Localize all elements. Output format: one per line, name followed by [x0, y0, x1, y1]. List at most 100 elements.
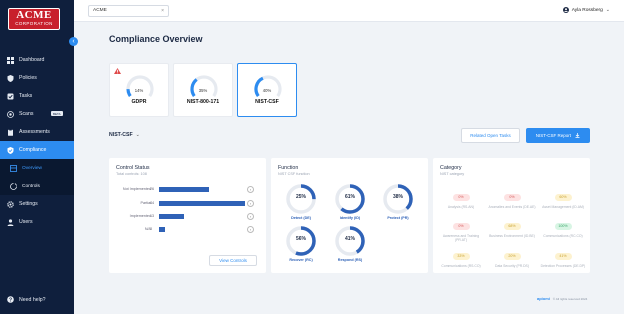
- page-title: Compliance Overview: [109, 34, 203, 44]
- status-count: 3: [150, 227, 153, 231]
- function-respond[interactable]: 41% Respond (RS): [330, 225, 370, 262]
- sidebar-item-scans[interactable]: Scans BETA: [0, 105, 74, 123]
- view-controls-button[interactable]: View Controls: [209, 255, 257, 266]
- framework-select[interactable]: NIST-CSF ⌄: [109, 132, 140, 138]
- category-item[interactable]: 41% Detection Processes (DE.DP): [539, 244, 587, 268]
- category-item[interactable]: 0% Awareness and Training (PR.AT): [437, 214, 485, 242]
- gauge-gdpr: [126, 75, 154, 97]
- status-label: Not Implemented: [122, 187, 151, 191]
- download-report-button[interactable]: NIST-CSF Report: [526, 128, 590, 143]
- footer-copyright: © All rights reserved 2024: [552, 296, 588, 301]
- arrow-right-icon[interactable]: ›: [247, 200, 254, 207]
- status-bar: [159, 187, 210, 192]
- status-row: N/A 3 ›: [109, 226, 269, 234]
- logo-top-text: ACME: [16, 9, 52, 21]
- organization-select-value: ACME: [93, 8, 107, 13]
- company-logo[interactable]: ACME CORPORATION: [8, 8, 60, 30]
- overview-icon: [10, 164, 17, 172]
- svg-text:?: ?: [9, 297, 12, 303]
- chevron-down-icon: ⌄: [605, 7, 610, 13]
- category-percent: 41%: [554, 253, 572, 260]
- sidebar: ACME CORPORATION Dashboard Policies Task…: [0, 0, 74, 314]
- sidebar-item-label: Scans: [19, 111, 34, 117]
- function-percent: 38%: [392, 194, 403, 200]
- function-protect[interactable]: 38% Protect (PR): [378, 183, 418, 220]
- category-label: Awareness and Training (PR.AT): [442, 233, 480, 242]
- tasks-icon: [7, 93, 14, 100]
- panel-subtitle: NIST CSF function: [278, 172, 310, 176]
- status-row: Not Implemented 26 ›: [109, 186, 269, 194]
- download-icon: [575, 132, 580, 138]
- sidebar-item-compliance[interactable]: Compliance: [0, 141, 74, 159]
- sidebar-nav: Dashboard Policies Tasks Scans BETA Asse…: [0, 51, 74, 231]
- status-row: Partial 44 ›: [109, 200, 269, 208]
- sidebar-item-policies[interactable]: Policies: [0, 69, 74, 87]
- sidebar-item-label: Users: [19, 219, 33, 225]
- category-item[interactable]: 60% Asset Management (ID.AM): [539, 185, 587, 209]
- category-item[interactable]: 33% Communications (RS.CO): [437, 244, 485, 268]
- sidebar-item-assessments[interactable]: Assessments: [0, 123, 74, 141]
- framework-card-nist-800-171[interactable]: 35% NIST-800-171: [173, 63, 233, 117]
- sidebar-item-label: Assessments: [19, 129, 50, 135]
- sidebar-subitem-overview[interactable]: Overview: [0, 159, 74, 177]
- category-item[interactable]: 68% Business Environment (ID.BE): [488, 214, 536, 238]
- category-panel: Category NIST category 0% Analysis (RS.AN…: [433, 158, 590, 273]
- function-label: Respond (RS): [337, 258, 363, 262]
- radar-icon: [7, 110, 14, 118]
- help-icon: ?: [7, 296, 14, 303]
- sidebar-subitem-label: Overview: [22, 165, 42, 171]
- arrow-right-icon[interactable]: ›: [247, 213, 254, 220]
- clear-icon[interactable]: ×: [161, 6, 164, 16]
- compliance-icon: [7, 146, 14, 154]
- logo-bottom-text: CORPORATION: [15, 21, 53, 26]
- sidebar-item-users[interactable]: Users: [0, 213, 74, 231]
- user-name: Ayla Rossberg: [571, 7, 603, 13]
- framework-name: NIST-800-171: [186, 99, 220, 105]
- framework-select-value: NIST-CSF: [109, 132, 133, 138]
- clipboard-icon: [7, 128, 14, 136]
- sidebar-item-dashboard[interactable]: Dashboard: [0, 51, 74, 69]
- sidebar-item-tasks[interactable]: Tasks: [0, 87, 74, 105]
- category-label: Business Environment (ID.BE): [489, 233, 535, 238]
- category-item[interactable]: 0% Analysis (RS.AN): [437, 185, 485, 209]
- sidebar-subitem-controls[interactable]: Controls: [0, 177, 74, 195]
- category-item[interactable]: 100% Communications (RC.CO): [539, 214, 587, 238]
- category-label: Data Security (PR.DS): [495, 263, 529, 268]
- arrow-right-icon[interactable]: ›: [247, 186, 254, 193]
- panel-subtitle: NIST category: [440, 172, 465, 176]
- framework-name: NIST-CSF: [255, 99, 279, 105]
- category-label: Communications (RS.CO): [441, 263, 481, 268]
- function-detect[interactable]: 25% Detect (DE): [281, 183, 321, 220]
- status-bar: [159, 201, 245, 206]
- chevron-down-icon: ⌄: [135, 132, 140, 138]
- function-panel: Function NIST CSF function 25% Detect (D…: [271, 158, 428, 273]
- category-label: Asset Management (ID.AM): [542, 204, 584, 209]
- user-menu[interactable]: Ayla Rossberg ⌄: [562, 7, 610, 13]
- category-item[interactable]: 20% Data Security (PR.DS): [488, 244, 536, 268]
- related-open-tasks-button[interactable]: Related Open Tasks: [461, 128, 520, 143]
- framework-card-gdpr[interactable]: 14% GDPR: [109, 63, 169, 117]
- compliance-submenu: Overview Controls: [0, 159, 74, 195]
- gauge-nist-800-171: [190, 75, 218, 97]
- sidebar-subitem-label: Controls: [22, 183, 40, 189]
- category-item[interactable]: 0% Anomalies and Events (DE.AE): [488, 185, 536, 209]
- sidebar-item-settings[interactable]: Settings: [0, 195, 74, 213]
- arrow-right-icon[interactable]: ›: [247, 226, 254, 233]
- status-row: Implemented 13 ›: [109, 213, 269, 221]
- grid-icon: [7, 56, 14, 64]
- footer-brand: apiomi: [537, 296, 550, 301]
- help-link[interactable]: ? Need help?: [7, 296, 46, 303]
- sidebar-collapse-button[interactable]: ‹: [69, 37, 78, 46]
- organization-select[interactable]: ACME ×: [88, 5, 169, 17]
- gauge-nist-csf: [254, 75, 282, 97]
- panel-title: Control Status: [116, 165, 150, 171]
- category-percent: 20%: [503, 253, 521, 260]
- function-label: Identify (ID): [339, 216, 361, 220]
- function-identify[interactable]: 61% Identify (ID): [330, 183, 370, 220]
- function-recover[interactable]: 56% Recover (RC): [281, 225, 321, 262]
- status-count: 13: [150, 214, 155, 218]
- category-percent: 60%: [554, 194, 572, 201]
- panel-title: Function: [278, 165, 299, 171]
- category-percent: 0%: [503, 194, 521, 201]
- framework-card-nist-csf[interactable]: 40% NIST-CSF: [237, 63, 297, 117]
